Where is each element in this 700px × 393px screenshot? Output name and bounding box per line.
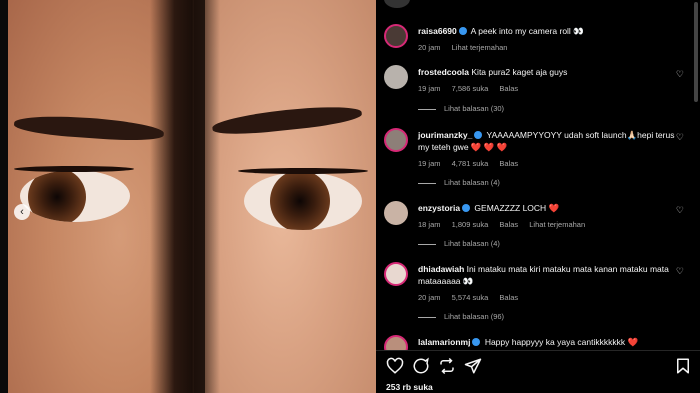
- heart-icon[interactable]: ♡: [676, 132, 684, 143]
- caption: raisa6690 A peek into my camera roll 👀 2…: [384, 24, 694, 54]
- comment-text: GEMAZZZZ LOCH ❤️: [474, 203, 560, 213]
- comment-translate[interactable]: Lihat terjemahan: [529, 220, 585, 229]
- heart-icon[interactable]: ♡: [676, 266, 684, 277]
- comment-username[interactable]: dhiadawiah: [418, 264, 464, 274]
- comment-likes[interactable]: 5,574 suka: [452, 293, 489, 302]
- reply-button[interactable]: Balas: [499, 220, 518, 229]
- caption-text: A peek into my camera roll 👀: [470, 26, 584, 36]
- comment-item: lalamarionmj Happy happyyy ka yaya canti…: [384, 335, 694, 350]
- right-eye: [244, 172, 362, 230]
- comment-username[interactable]: jourimanzky_: [418, 130, 472, 140]
- hair-divider: [150, 0, 220, 393]
- action-bar: 253 rb suka: [376, 350, 700, 393]
- comment-item: dhiadawiah Ini mataku mata kiri mataku m…: [384, 262, 694, 324]
- post-photo[interactable]: ‹: [0, 0, 376, 393]
- header-avatar[interactable]: [384, 0, 410, 8]
- view-replies[interactable]: Lihat balasan (4): [418, 178, 500, 187]
- avatar[interactable]: [384, 24, 408, 48]
- right-eyelash: [238, 168, 368, 174]
- verified-icon: [462, 204, 471, 212]
- avatar[interactable]: [384, 201, 408, 225]
- comment-text: Kita pura2 kaget aja guys: [471, 67, 568, 77]
- avatar[interactable]: [384, 128, 408, 152]
- send-icon[interactable]: [464, 357, 482, 375]
- heart-icon[interactable]: ♡: [676, 205, 684, 216]
- reply-button[interactable]: Balas: [499, 293, 518, 302]
- comment-time[interactable]: 19 jam: [418, 84, 441, 93]
- view-replies[interactable]: Lihat balasan (96): [418, 312, 504, 321]
- left-eye: [20, 170, 130, 222]
- left-eyelash: [14, 166, 134, 172]
- repost-icon[interactable]: [438, 357, 456, 375]
- scrollbar[interactable]: [694, 2, 698, 102]
- reply-button[interactable]: Balas: [499, 84, 518, 93]
- verified-icon: [472, 338, 481, 346]
- caption-translate[interactable]: Lihat terjemahan: [452, 43, 508, 52]
- heart-icon[interactable]: ♡: [676, 69, 684, 80]
- comment-item: enzystoria GEMAZZZZ LOCH ❤️ 18 jam 1,809…: [384, 201, 694, 251]
- comment-text: Happy happyyy ka yaya cantikkkkkkk ❤️: [484, 337, 639, 347]
- previous-arrow-icon[interactable]: ‹: [14, 204, 30, 220]
- comment-username[interactable]: enzystoria: [418, 203, 460, 213]
- caption-time[interactable]: 20 jam: [418, 43, 441, 52]
- verified-icon: [474, 131, 483, 139]
- comment-item: jourimanzky_ YAAAAAMPYYOYY udah soft lau…: [384, 128, 694, 190]
- avatar[interactable]: [384, 65, 408, 89]
- caption-username[interactable]: raisa6690: [418, 26, 457, 36]
- comment-likes[interactable]: 1,809 suka: [452, 220, 489, 229]
- comments-panel: raisa6690 A peek into my camera roll 👀 2…: [376, 0, 700, 393]
- comment-time[interactable]: 20 jam: [418, 293, 441, 302]
- photo-left-edge: [0, 0, 8, 393]
- comment-time[interactable]: 19 jam: [418, 159, 441, 168]
- comment-time[interactable]: 18 jam: [418, 220, 441, 229]
- view-replies[interactable]: Lihat balasan (30): [418, 104, 504, 113]
- comment-likes[interactable]: 7,586 suka: [452, 84, 489, 93]
- reply-button[interactable]: Balas: [499, 159, 518, 168]
- likes-count[interactable]: 253 rb suka: [386, 382, 433, 392]
- bookmark-icon[interactable]: [674, 357, 692, 375]
- avatar[interactable]: [384, 335, 408, 350]
- comment-likes[interactable]: 4,781 suka: [452, 159, 489, 168]
- heart-icon[interactable]: [386, 357, 404, 375]
- view-replies[interactable]: Lihat balasan (4): [418, 239, 500, 248]
- avatar[interactable]: [384, 262, 408, 286]
- comment-username[interactable]: lalamarionmj: [418, 337, 470, 347]
- comment-item: frostedcoola Kita pura2 kaget aja guys 1…: [384, 65, 694, 115]
- verified-icon: [458, 27, 467, 35]
- comment-username[interactable]: frostedcoola: [418, 67, 469, 77]
- comment-icon[interactable]: [412, 357, 430, 375]
